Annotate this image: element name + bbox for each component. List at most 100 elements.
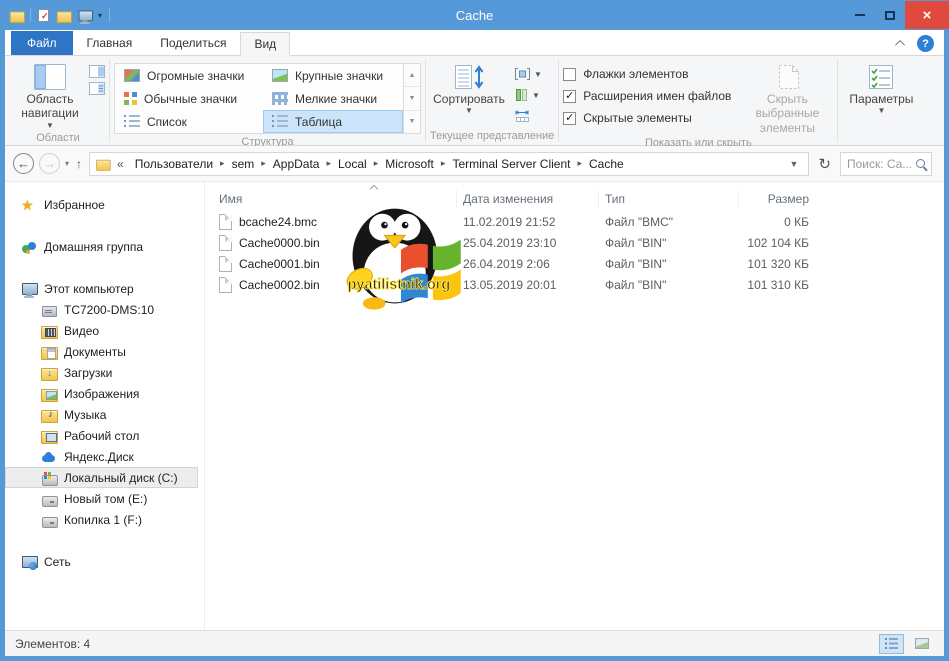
sidebar-item-label: Загрузки	[64, 366, 112, 380]
options-label: Параметры	[849, 92, 913, 106]
group-by-button[interactable]: ▼	[514, 65, 542, 83]
maximize-button[interactable]	[875, 1, 905, 29]
column-header-name[interactable]: Имя	[217, 190, 457, 208]
view-option-list[interactable]: Список	[115, 110, 263, 133]
sidebar-item[interactable]: Локальный диск (C:)	[5, 467, 198, 488]
tab-file[interactable]: Файл	[11, 31, 73, 55]
sort-button[interactable]: Сортировать ▼	[430, 59, 508, 116]
sidebar-item[interactable]: Изображения	[5, 383, 198, 404]
tab-share[interactable]: Поделиться	[146, 31, 240, 55]
folder-desktop-icon	[41, 428, 57, 444]
star-icon	[21, 197, 37, 213]
pane-small-buttons	[89, 59, 105, 95]
new-folder-icon[interactable]	[57, 9, 70, 22]
minimize-button[interactable]	[845, 1, 875, 29]
file-date: 25.04.2019 23:10	[457, 236, 599, 250]
sidebar-item[interactable]: Копилка 1 (F:)	[5, 509, 198, 530]
breadcrumb-segment[interactable]: Local	[331, 157, 374, 171]
qat-customize-chevron-icon[interactable]: ▾	[98, 11, 102, 20]
breadcrumb-bar[interactable]: « Пользователи▸sem▸AppData▸Local▸Microso…	[89, 152, 809, 176]
sidebar-item[interactable]: Сеть	[5, 551, 198, 572]
view-option-xl[interactable]: Огромные значки	[115, 64, 263, 87]
size-columns-button[interactable]	[514, 107, 542, 125]
refresh-icon[interactable]: ↻	[814, 155, 835, 173]
view-option-sm[interactable]: Мелкие значки	[263, 87, 403, 110]
hide-selected-button[interactable]: Скрыть выбранные элементы	[741, 59, 833, 135]
chevron-down-icon: ▼	[877, 106, 885, 116]
recent-locations-chevron-icon[interactable]: ▾	[65, 159, 69, 168]
breadcrumb-segment[interactable]: Terminal Server Client	[445, 157, 577, 171]
title-bar: ▾ Cache ×	[0, 0, 949, 30]
sidebar-item-label: Яндекс.Диск	[64, 450, 134, 464]
tab-view[interactable]: Вид	[240, 32, 290, 56]
add-columns-button[interactable]: ▼	[514, 86, 542, 104]
close-button[interactable]: ×	[905, 1, 949, 29]
view-option-table[interactable]: Таблица	[263, 110, 403, 133]
thumbnail-view-button[interactable]	[909, 634, 934, 654]
breadcrumb-segment[interactable]: Пользователи	[128, 157, 220, 171]
file-row[interactable]: bcache24.bmc11.02.2019 21:52Файл "BMC"0 …	[205, 211, 944, 232]
up-button[interactable]: ↑	[74, 157, 84, 171]
search-icon[interactable]	[916, 159, 925, 168]
sidebar-item[interactable]: Музыка	[5, 404, 198, 425]
sidebar-item[interactable]: Рабочий стол	[5, 425, 198, 446]
sidebar-item[interactable]: Домашняя группа	[5, 236, 198, 257]
sidebar-item[interactable]: Избранное	[5, 194, 198, 215]
md-view-icon	[124, 92, 137, 105]
file-row[interactable]: Cache0000.bin25.04.2019 23:10Файл "BIN"1…	[205, 232, 944, 253]
sidebar-item[interactable]: Документы	[5, 341, 198, 362]
folder-pictures-icon	[41, 386, 57, 402]
main-area: Избранное Домашняя группа Этот компьютерTC…	[5, 182, 944, 630]
properties-icon[interactable]	[38, 9, 49, 22]
file-name: Cache0002.bin	[239, 278, 320, 292]
sidebar-item[interactable]: Видео	[5, 320, 198, 341]
view-option-lg[interactable]: Крупные значки	[263, 64, 403, 87]
scroll-up-icon[interactable]: ▲	[404, 64, 420, 87]
sidebar-item[interactable]: Яндекс.Диск	[5, 446, 198, 467]
checkbox-checked-icon: ✓	[563, 112, 576, 125]
search-box[interactable]	[840, 152, 932, 176]
computer-icon[interactable]	[78, 9, 91, 22]
forward-button[interactable]: →	[39, 153, 60, 174]
ribbon-checkbox[interactable]: ✓Скрытые элементы	[563, 107, 731, 129]
preview-pane-icon[interactable]	[89, 65, 105, 78]
tab-home[interactable]: Главная	[73, 31, 147, 55]
details-view-button[interactable]	[879, 634, 904, 654]
checkbox-label: Расширения имен файлов	[583, 89, 731, 103]
sort-label: Сортировать	[433, 92, 505, 106]
file-type: Файл "BIN"	[599, 236, 739, 250]
folder-downloads-icon	[41, 365, 57, 381]
column-header-size[interactable]: Размер	[739, 190, 813, 208]
file-row[interactable]: Cache0002.bin13.05.2019 20:01Файл "BIN"1…	[205, 274, 944, 295]
navigation-pane-button[interactable]: Область навигации ▼	[11, 59, 89, 130]
disk-c-icon	[41, 470, 57, 486]
sidebar-item[interactable]: Новый том (E:)	[5, 488, 198, 509]
details-pane-icon[interactable]	[89, 82, 105, 95]
breadcrumb-overflow[interactable]: «	[111, 157, 128, 171]
back-button[interactable]: ←	[13, 153, 34, 174]
address-dropdown-chevron-icon[interactable]: ▼	[785, 159, 804, 169]
breadcrumb-segment[interactable]: Microsoft	[378, 157, 441, 171]
ribbon-checkbox[interactable]: ✓Расширения имен файлов	[563, 85, 731, 107]
breadcrumb-segment[interactable]: Cache	[582, 157, 631, 171]
column-header-date[interactable]: Дата изменения	[457, 190, 599, 208]
ribbon-checkbox[interactable]: Флажки элементов	[563, 63, 731, 85]
sidebar-item[interactable]: Загрузки	[5, 362, 198, 383]
sidebar-item[interactable]: Этот компьютер	[5, 278, 198, 299]
column-header-type[interactable]: Тип	[599, 190, 739, 208]
breadcrumb-segment[interactable]: AppData	[266, 157, 327, 171]
file-row[interactable]: Cache0001.bin26.04.2019 2:06Файл "BIN"10…	[205, 253, 944, 274]
search-input[interactable]	[847, 157, 912, 171]
sidebar-item-label: Изображения	[64, 387, 139, 401]
sidebar-item[interactable]: TC7200-DMS:10	[5, 299, 198, 320]
group-layout: Огромные значки Крупные значкиОбычные зна…	[110, 56, 425, 145]
collapse-ribbon-icon[interactable]	[895, 40, 905, 50]
add-columns-icon	[514, 88, 529, 102]
more-options-icon[interactable]: ▼	[404, 111, 420, 133]
scroll-down-icon[interactable]: ▼	[404, 87, 420, 110]
view-option-md[interactable]: Обычные значки	[115, 87, 263, 110]
breadcrumb-segment[interactable]: sem	[225, 157, 262, 171]
help-icon[interactable]: ?	[917, 35, 934, 52]
view-option-label: Огромные значки	[147, 69, 244, 83]
options-button[interactable]: Параметры ▼	[842, 59, 920, 116]
